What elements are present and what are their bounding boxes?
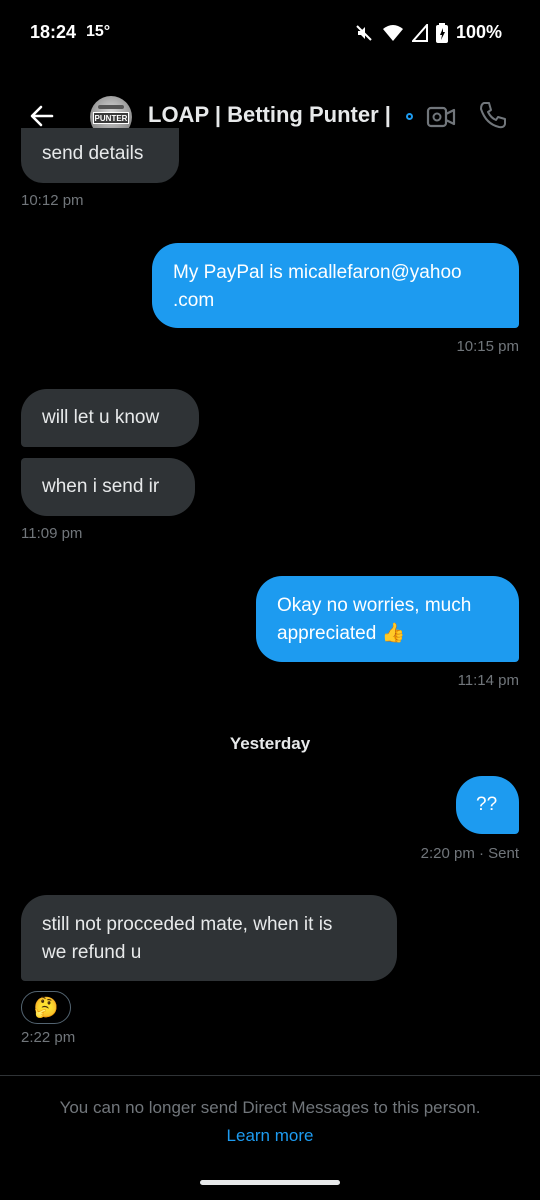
- message-timestamp: 2:20 pm · Sent: [420, 845, 519, 862]
- wifi-icon: [382, 24, 404, 42]
- back-arrow-icon[interactable]: [28, 102, 56, 130]
- status-time: 18:24: [30, 22, 77, 42]
- phone-icon[interactable]: [478, 100, 508, 130]
- avatar-logo-text: PUNTER: [93, 112, 129, 124]
- status-dot-icon: [406, 113, 413, 120]
- incoming-message-bubble[interactable]: send details: [21, 128, 179, 183]
- incoming-message-bubble[interactable]: will let u know: [21, 389, 199, 447]
- message-text-line-2: we refund u: [42, 942, 142, 963]
- battery-percentage: 100%: [455, 22, 502, 42]
- battery-icon: [435, 22, 448, 43]
- message-text: send details: [42, 143, 144, 164]
- date-divider: Yesterday: [229, 734, 311, 753]
- thinking-face-emoji: 🤔: [33, 997, 59, 1019]
- outgoing-message-bubble[interactable]: ??: [456, 776, 519, 834]
- outgoing-message-bubble[interactable]: My PayPal is micallefaron@yahoo .com: [152, 243, 519, 328]
- message-text: when i send ir: [42, 476, 160, 497]
- outgoing-message-bubble[interactable]: Okay no worries, much appreciated 👍: [256, 576, 519, 662]
- message-text-line-1: still not procceded mate, when it is: [42, 914, 333, 935]
- message-text: ??: [476, 794, 498, 815]
- mute-icon: [354, 23, 374, 43]
- message-text-line-2: appreciated 👍: [277, 623, 406, 644]
- message-text-line-2: .com: [173, 290, 215, 311]
- signal-icon: [411, 23, 428, 42]
- message-timestamp: 11:14 pm: [457, 672, 519, 689]
- message-timestamp: 10:12 pm: [21, 192, 84, 209]
- dm-disabled-notice: You can no longer send Direct Messages t…: [59, 1098, 481, 1117]
- status-icons: 100%: [354, 22, 502, 43]
- learn-more-link[interactable]: Learn more: [0, 1126, 540, 1146]
- status-bar: 18:24 15° 100%: [0, 0, 540, 68]
- incoming-message-bubble[interactable]: still not procceded mate, when it is we …: [21, 895, 397, 981]
- message-text: will let u know: [42, 407, 160, 428]
- message-text-line-1: Okay no worries, much: [277, 595, 472, 616]
- footer-divider: [0, 1075, 540, 1076]
- message-timestamp: 2:22 pm: [21, 1029, 76, 1046]
- message-timestamp: 10:15 pm: [456, 338, 519, 355]
- home-indicator[interactable]: [200, 1180, 340, 1185]
- message-reaction[interactable]: 🤔: [21, 991, 71, 1024]
- video-camera-icon[interactable]: [426, 104, 456, 130]
- chat-title[interactable]: LOAP | Betting Punter |: [148, 102, 402, 128]
- avatar-decoration: [98, 105, 124, 109]
- message-text-line-1: My PayPal is micallefaron@yahoo: [173, 262, 462, 283]
- incoming-message-bubble[interactable]: when i send ir: [21, 458, 195, 516]
- status-temperature: 15°: [86, 23, 111, 40]
- message-timestamp: 11:09 pm: [21, 525, 83, 542]
